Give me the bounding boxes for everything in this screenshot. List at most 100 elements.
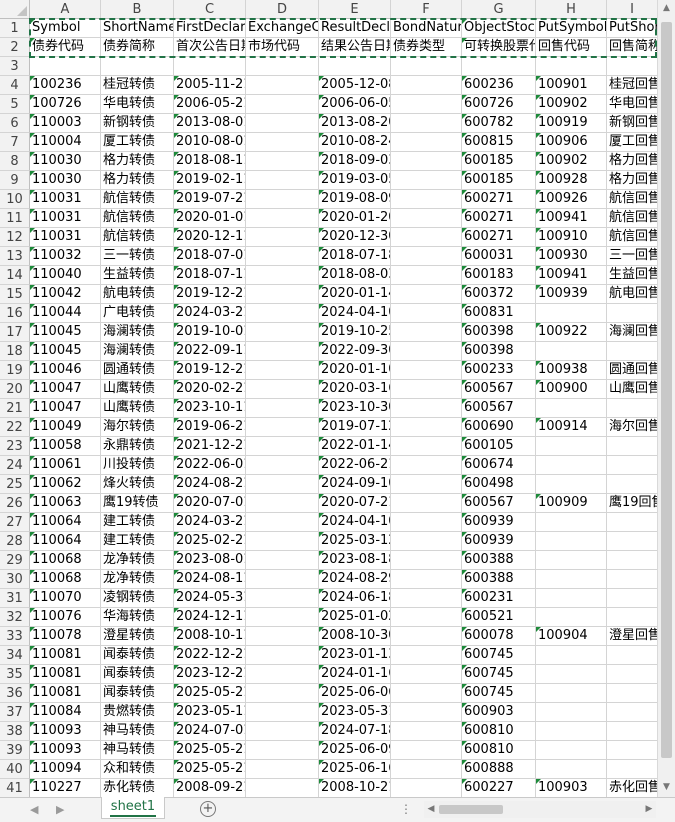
table-cell[interactable] (536, 589, 607, 608)
table-cell[interactable] (391, 57, 462, 76)
column-header-i[interactable]: I (607, 0, 658, 19)
table-cell[interactable]: 110047 (30, 399, 101, 418)
table-cell[interactable]: 圆通转债 (101, 361, 174, 380)
table-cell[interactable]: 100922 (536, 323, 607, 342)
row-header[interactable]: 22 (0, 418, 30, 437)
table-cell[interactable] (391, 114, 462, 133)
table-cell[interactable] (391, 304, 462, 323)
table-cell[interactable] (391, 418, 462, 437)
table-cell[interactable] (246, 304, 319, 323)
row-header[interactable]: 19 (0, 361, 30, 380)
table-cell[interactable] (174, 57, 246, 76)
table-cell[interactable] (607, 57, 658, 76)
table-cell[interactable] (391, 589, 462, 608)
table-cell[interactable]: 100903 (536, 779, 607, 797)
row-header[interactable]: 3 (0, 57, 30, 76)
column-header-a[interactable]: A (30, 0, 101, 19)
table-cell[interactable]: 600674 (462, 456, 536, 475)
column-header-h[interactable]: H (536, 0, 607, 19)
row-header[interactable]: 1 (0, 19, 30, 38)
table-cell[interactable]: 600271 (462, 209, 536, 228)
scroll-up-icon[interactable]: ▲ (658, 0, 675, 17)
table-cell[interactable] (391, 741, 462, 760)
table-cell[interactable]: 110047 (30, 380, 101, 399)
table-cell[interactable] (246, 76, 319, 95)
table-cell[interactable]: 600888 (462, 760, 536, 779)
table-cell[interactable] (246, 608, 319, 627)
table-cell[interactable]: 桂冠转债 (101, 76, 174, 95)
table-cell[interactable] (246, 456, 319, 475)
table-cell[interactable]: 2022-06-01 (174, 456, 246, 475)
table-cell[interactable]: 圆通回售 (607, 361, 658, 380)
table-cell[interactable]: 赤化转债 (101, 779, 174, 797)
table-cell[interactable]: 600031 (462, 247, 536, 266)
table-cell[interactable] (246, 266, 319, 285)
table-cell[interactable] (391, 266, 462, 285)
table-cell[interactable]: 100906 (536, 133, 607, 152)
table-cell[interactable] (607, 703, 658, 722)
table-cell[interactable]: 600831 (462, 304, 536, 323)
table-cell[interactable]: 鹰19回售 (607, 494, 658, 513)
table-cell[interactable] (246, 247, 319, 266)
table-cell[interactable]: 600398 (462, 323, 536, 342)
table-cell[interactable]: 2020-07-21 (319, 494, 391, 513)
table-cell[interactable] (536, 513, 607, 532)
table-cell[interactable]: 2020-12-30 (319, 228, 391, 247)
table-cell[interactable]: 2018-07-18 (319, 247, 391, 266)
table-cell[interactable]: 格力转债 (101, 152, 174, 171)
table-cell[interactable] (246, 323, 319, 342)
table-cell[interactable]: 110093 (30, 722, 101, 741)
table-cell[interactable]: 新钢转债 (101, 114, 174, 133)
table-cell[interactable] (536, 304, 607, 323)
table-cell[interactable]: 2019-07-12 (319, 418, 391, 437)
vertical-scrollbar[interactable]: ▲ ▼ (657, 0, 675, 797)
row-header[interactable]: 4 (0, 76, 30, 95)
table-cell[interactable]: 110081 (30, 684, 101, 703)
table-cell[interactable] (391, 475, 462, 494)
table-cell[interactable]: 航电转债 (101, 285, 174, 304)
header-cell[interactable]: 回售简称 (607, 38, 658, 57)
table-cell[interactable]: 2025-06-06 (319, 684, 391, 703)
table-cell[interactable]: 110081 (30, 665, 101, 684)
row-header[interactable]: 41 (0, 779, 30, 797)
table-cell[interactable]: 2008-10-11 (174, 627, 246, 646)
header-cell[interactable]: 可转换股票代码 (462, 38, 536, 57)
table-cell[interactable]: 2024-01-16 (319, 665, 391, 684)
table-cell[interactable]: 2018-09-03 (319, 152, 391, 171)
table-cell[interactable] (246, 171, 319, 190)
row-header[interactable]: 27 (0, 513, 30, 532)
table-cell[interactable]: 100941 (536, 266, 607, 285)
table-cell[interactable]: 110068 (30, 570, 101, 589)
table-cell[interactable] (246, 228, 319, 247)
table-cell[interactable]: 110004 (30, 133, 101, 152)
row-header[interactable]: 38 (0, 722, 30, 741)
table-cell[interactable]: 2019-02-11 (174, 171, 246, 190)
table-cell[interactable] (607, 532, 658, 551)
table-cell[interactable]: 航信转债 (101, 228, 174, 247)
table-cell[interactable] (246, 627, 319, 646)
table-cell[interactable] (246, 722, 319, 741)
table-cell[interactable]: 2023-08-01 (174, 551, 246, 570)
table-cell[interactable]: 航信回售 (607, 190, 658, 209)
table-cell[interactable] (607, 570, 658, 589)
table-cell[interactable] (536, 608, 607, 627)
row-header[interactable]: 6 (0, 114, 30, 133)
table-cell[interactable] (536, 475, 607, 494)
header-cell[interactable]: 债券类型 (391, 38, 462, 57)
table-cell[interactable]: 600726 (462, 95, 536, 114)
table-cell[interactable]: 600185 (462, 171, 536, 190)
table-cell[interactable]: 110064 (30, 513, 101, 532)
table-cell[interactable] (246, 285, 319, 304)
table-cell[interactable]: 2023-08-18 (319, 551, 391, 570)
row-header[interactable]: 29 (0, 551, 30, 570)
table-cell[interactable] (607, 551, 658, 570)
column-header-g[interactable]: G (462, 0, 536, 19)
table-cell[interactable] (391, 437, 462, 456)
header-cell[interactable]: 回售代码 (536, 38, 607, 57)
header-cell[interactable]: ShortName (101, 19, 174, 38)
table-cell[interactable]: 2010-08-01 (174, 133, 246, 152)
table-cell[interactable]: 2020-02-21 (174, 380, 246, 399)
table-cell[interactable]: 永鼎转债 (101, 437, 174, 456)
table-cell[interactable] (536, 570, 607, 589)
table-cell[interactable] (101, 57, 174, 76)
